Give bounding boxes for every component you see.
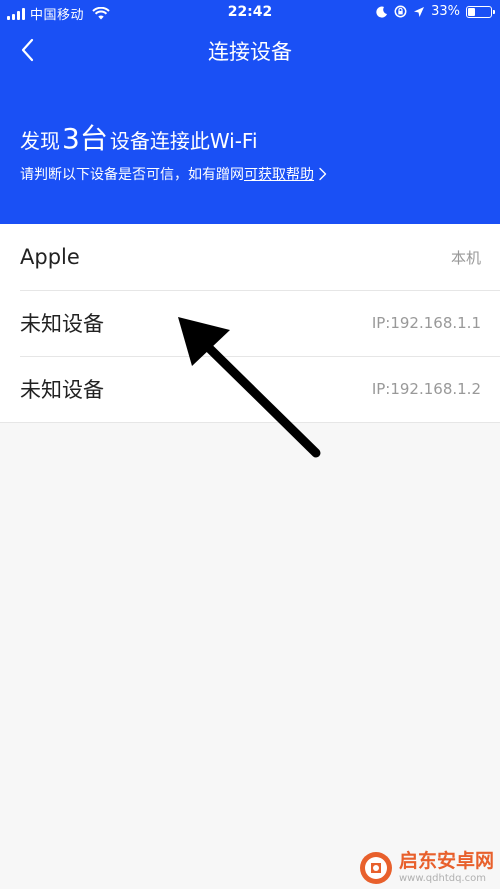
- watermark-url: www.qdhtdq.com: [398, 873, 486, 884]
- chevron-right-icon[interactable]: [318, 167, 327, 181]
- device-count: 3台: [62, 122, 108, 155]
- device-count-summary: 发现 3台 设备连接此Wi-Fi: [20, 117, 258, 157]
- device-row[interactable]: 未知设备 IP:192.168.1.1: [0, 290, 500, 356]
- status-bar: 中国移动 22:42 33%: [0, 0, 500, 26]
- battery-icon: [466, 5, 495, 18]
- device-name: Apple: [20, 245, 80, 269]
- device-detail: IP:192.168.1.1: [371, 314, 481, 332]
- watermark-name: 启东安卓网: [398, 850, 494, 872]
- hint-text: 请判断以下设备是否可信，如有蹭网: [20, 167, 244, 183]
- device-name: 未知设备: [20, 378, 104, 402]
- trust-hint: 请判断以下设备是否可信，如有蹭网 可获取帮助: [20, 164, 327, 184]
- device-detail: IP:192.168.1.2: [371, 380, 481, 398]
- summary-suffix: 设备连接此Wi-Fi: [109, 129, 258, 153]
- device-detail: 本机: [450, 248, 481, 267]
- rotation-lock-icon: [394, 5, 407, 18]
- battery-percent: 33%: [431, 4, 460, 19]
- help-link[interactable]: 可获取帮助: [244, 164, 314, 184]
- location-icon: [414, 6, 425, 17]
- device-row[interactable]: Apple 本机: [0, 224, 500, 290]
- nav-bar: 连接设备: [0, 26, 500, 76]
- battery-level-fill: [468, 7, 476, 16]
- watermark-logo-icon: [359, 852, 392, 884]
- watermark: 启东安卓网 www.qdhtdq.com: [359, 851, 494, 885]
- device-row[interactable]: 未知设备 IP:192.168.1.2: [0, 356, 500, 422]
- page-title: 连接设备: [208, 40, 292, 64]
- device-name: 未知设备: [20, 312, 104, 336]
- summary-prefix: 发现: [20, 129, 60, 153]
- device-list: Apple 本机 未知设备 IP:192.168.1.1 未知设备 IP:192…: [0, 224, 500, 423]
- moon-icon: [376, 6, 388, 18]
- header: 中国移动 22:42 33% 连接设备 发现 3台 设备连接此Wi-Fi 请判断…: [0, 0, 500, 224]
